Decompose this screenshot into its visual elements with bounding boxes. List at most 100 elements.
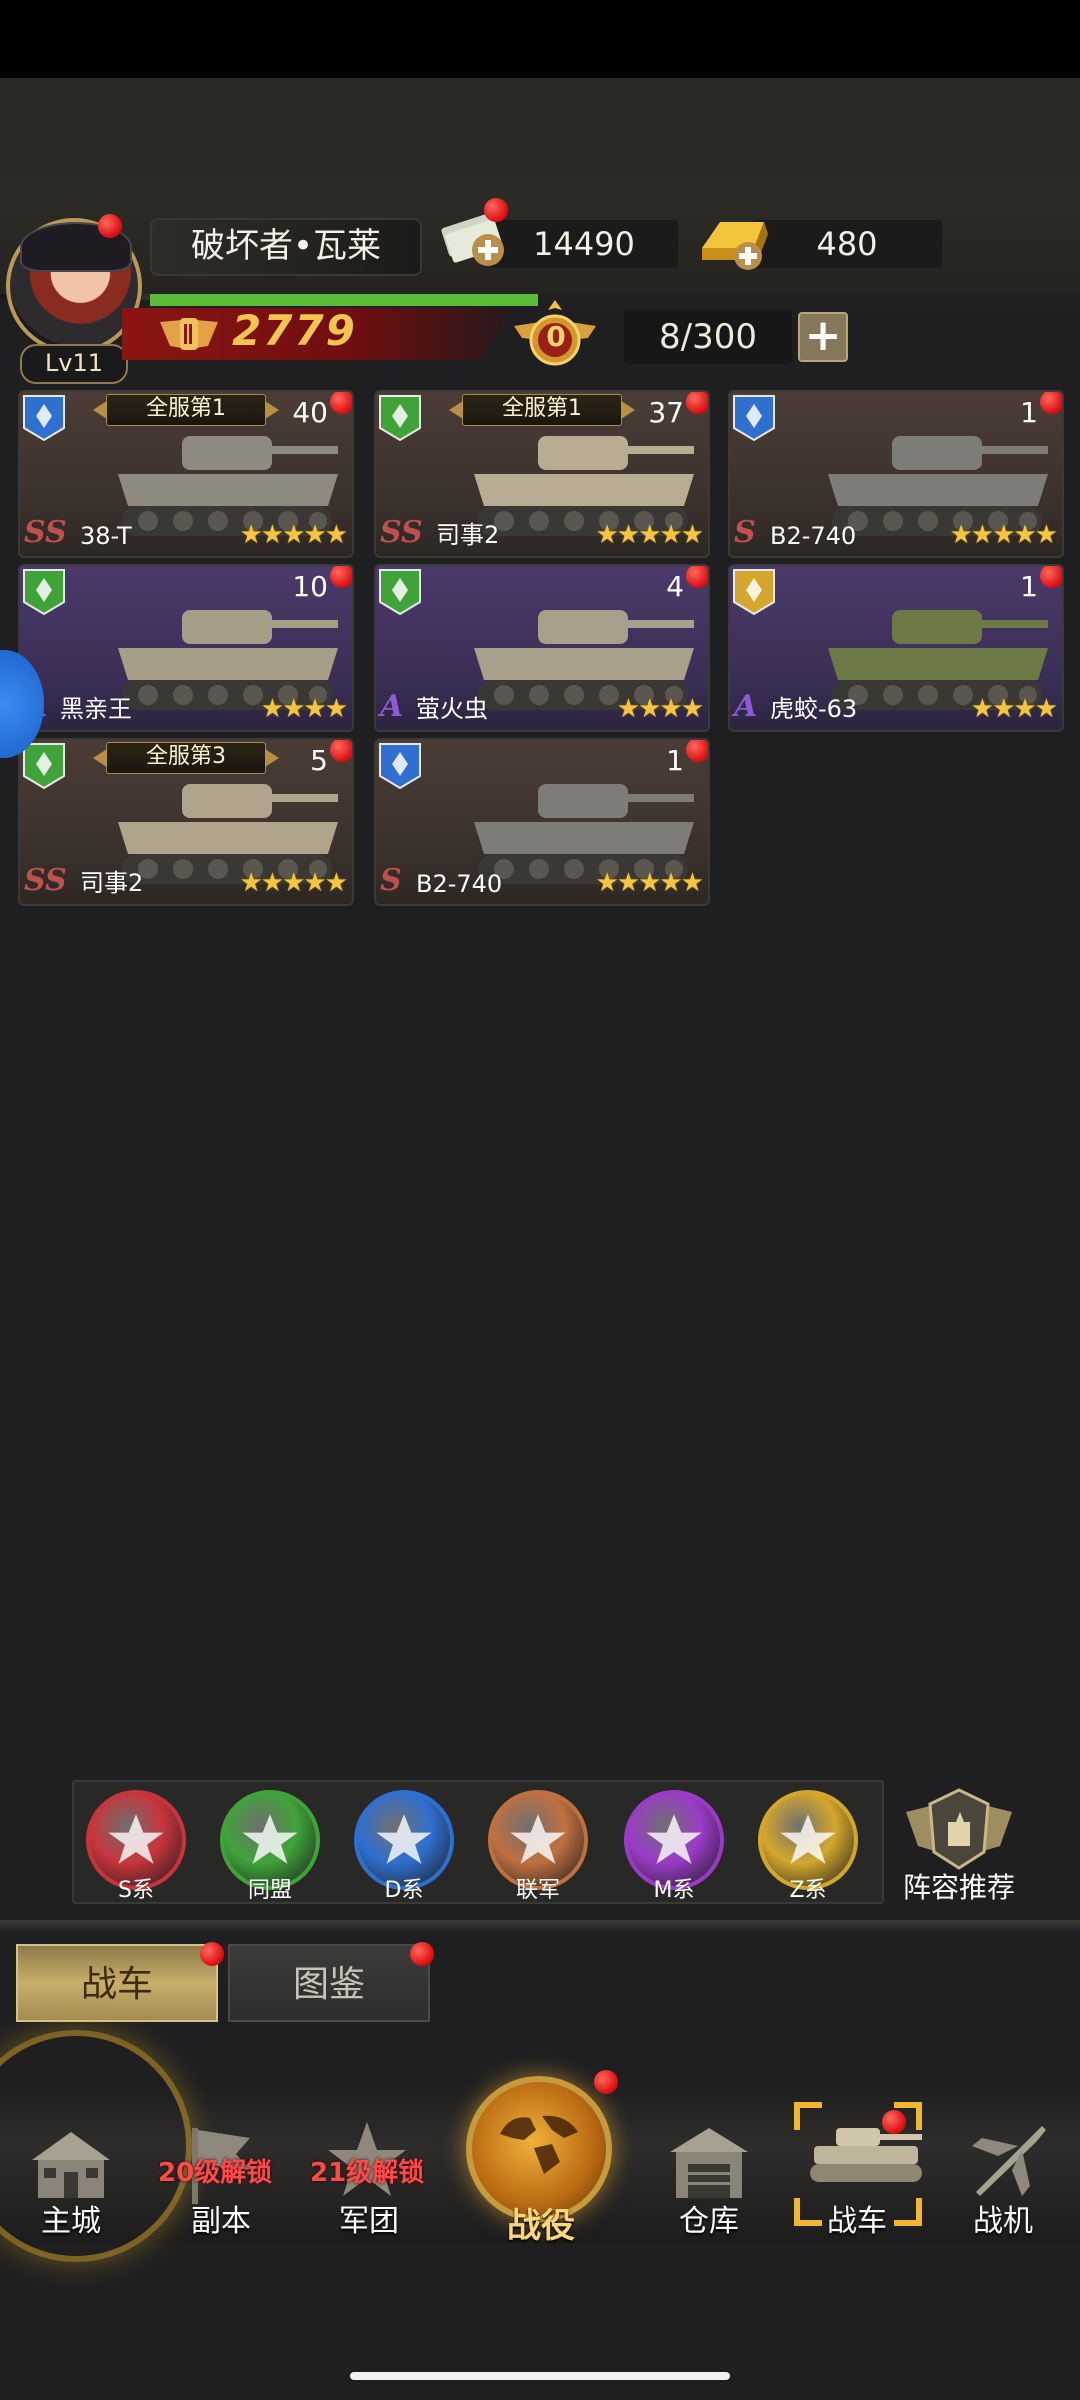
faction-badge-icon [23,395,65,442]
cash-value: 14490 [490,220,678,268]
tank-stars: ★★★★★ [595,868,704,898]
tank-grade: S [380,863,402,898]
faction-badge-icon [379,395,421,442]
tank-grade: S [734,515,756,550]
tank-count: 10 [292,570,328,603]
tank-name: 38-T [80,522,132,550]
nav-aircraft-label[interactable]: 战机 [938,2196,1068,2240]
avatar-notification-dot [98,214,122,238]
expand-garage-button[interactable]: + [798,312,848,362]
tank-notification-dot [330,566,352,588]
faction-badge-icon [23,569,65,616]
tank-notification-dot [686,566,708,588]
server-rank-badge: 全服第1 [93,394,279,426]
section-divider [0,1920,1080,1934]
campaign-notification-dot [594,2070,618,2094]
nav-warehouse-label[interactable]: 仓库 [644,2196,774,2240]
home-indicator [350,2372,730,2380]
tank-stars: ★★★★★ [239,868,348,898]
tank-card[interactable]: 10 A 黑亲王 ★★★★ [18,564,354,732]
tank-count: 40 [292,396,328,429]
faction-filter-label[interactable]: S系 [76,1872,196,1904]
faction-badge-icon [23,743,65,790]
tank-card[interactable]: 40 全服第1 SS 38-T ★★★★★ [18,390,354,558]
power-value: 2779 [232,306,357,355]
globe-icon [500,2115,578,2174]
gold-value: 480 [752,220,942,268]
tank-count: 1 [1020,396,1038,429]
tank-count: 37 [648,396,684,429]
tank-card[interactable]: 4 A 萤火虫 ★★★★ [374,564,710,732]
nav-main-city-label[interactable]: 主城 [6,2196,136,2240]
aircraft-icon[interactable] [962,2116,1052,2206]
rank-medal-value: 0 [546,320,566,353]
tank-card[interactable]: 1 A 虎蛟-63 ★★★★ [728,564,1064,732]
main-city-icon[interactable] [26,2118,116,2208]
tab-codex[interactable]: 图鉴 [228,1944,430,2022]
tank-stars: ★★★★ [970,694,1058,724]
tank-name: 萤火虫 [416,695,488,723]
tab-tanks-dot [200,1942,224,1966]
faction-badge-icon [733,569,775,616]
tank-card[interactable]: 1 S B2-740 ★★★★★ [374,738,710,906]
tank-grade: A [380,689,404,724]
tank-name: 黑亲王 [60,695,132,723]
tank-count: 1 [666,744,684,777]
tab-codex-dot [410,1942,434,1966]
tank-card[interactable]: 1 S B2-740 ★★★★★ [728,390,1064,558]
server-rank-badge: 全服第3 [93,742,279,774]
faction-filter-label[interactable]: Z系 [748,1872,868,1904]
tank-grade: SS [24,515,67,550]
tank-count: 4 [666,570,684,603]
tank-name: 虎蛟-63 [770,695,858,723]
tank-nav-dot [882,2110,906,2134]
lineup-recommend-label[interactable]: 阵容推荐 [892,1866,1026,1906]
faction-badge-icon [733,395,775,442]
exp-bar-fill [150,294,538,306]
nav-campaign-label[interactable]: 战役 [476,2198,606,2247]
faction-filter-label[interactable]: 联军 [478,1872,598,1904]
status-bar [0,0,1080,78]
tank-count: 5 [310,744,328,777]
tank-stars: ★★★★ [616,694,704,724]
tank-grade: A [734,689,758,724]
tank-notification-dot [1040,566,1062,588]
nav-tank-label[interactable]: 战车 [792,2196,922,2240]
faction-badge-icon [379,743,421,790]
tank-name: B2-740 [416,870,503,898]
tank-notification-dot [330,740,352,762]
tank-notification-dot [330,392,352,414]
dungeon-lock-text: 20级解锁 [158,2158,273,2188]
warehouse-icon[interactable] [664,2118,754,2208]
tank-grade: SS [24,863,67,898]
player-name: 破坏者•瓦莱 [150,218,422,276]
tank-stars: ★★★★★ [595,520,704,550]
nav-dungeon-label[interactable]: 副本 [156,2196,286,2240]
tank-notification-dot [686,392,708,414]
nav-legion-label[interactable]: 军团 [304,2196,434,2240]
faction-filter-label[interactable]: D系 [344,1872,464,1904]
server-rank-badge: 全服第1 [449,394,635,426]
legion-lock-text: 21级解锁 [310,2158,425,2188]
tank-name: 司事2 [436,521,500,549]
tank-stars: ★★★★★ [239,520,348,550]
faction-filter-label[interactable]: M系 [614,1872,734,1904]
tank-stars: ★★★★★ [949,520,1058,550]
gold-bar-icon[interactable] [698,212,774,272]
tank-grade: SS [380,515,423,550]
tank-card[interactable]: 5 全服第3 SS 司事2 ★★★★★ [18,738,354,906]
tank-name: B2-740 [770,522,857,550]
power-wings-icon [160,318,218,350]
faction-filter-label[interactable]: 同盟 [210,1872,330,1904]
player-level: Lv11 [20,344,128,384]
faction-badge-icon [379,569,421,616]
tank-notification-dot [1040,392,1062,414]
tank-name: 司事2 [80,869,144,897]
tank-notification-dot [686,740,708,762]
cash-notification-dot [484,198,508,222]
tank-stars: ★★★★ [260,694,348,724]
tab-tanks[interactable]: 战车 [16,1944,218,2022]
garage-capacity: 8/300 [624,310,792,364]
tank-nav-icon[interactable] [806,2118,926,2188]
tank-card[interactable]: 37 全服第1 SS 司事2 ★★★★★ [374,390,710,558]
